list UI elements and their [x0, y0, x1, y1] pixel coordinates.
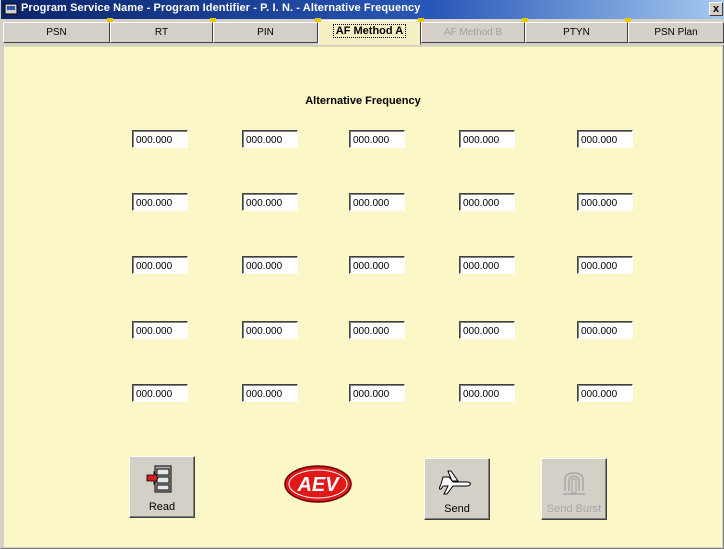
frequency-field[interactable]	[242, 384, 298, 402]
tab-rt[interactable]: RT	[110, 22, 213, 43]
tab-marker	[107, 18, 113, 22]
frequency-field[interactable]	[349, 130, 405, 148]
send-button-label: Send	[444, 503, 470, 515]
app-icon	[4, 3, 18, 15]
frequency-field[interactable]	[242, 130, 298, 148]
tab-bar: PSN RT PIN AF Method A AF Method B PTYN …	[1, 18, 724, 45]
title-bar[interactable]: Program Service Name - Program Identifie…	[1, 0, 724, 19]
panel-heading: Alternative Frequency	[305, 95, 421, 107]
frequency-field[interactable]	[577, 321, 633, 339]
frequency-field[interactable]	[132, 130, 188, 148]
frequency-field[interactable]	[577, 130, 633, 148]
frequency-field[interactable]	[349, 321, 405, 339]
aev-logo: AEV	[284, 465, 352, 503]
frequency-field[interactable]	[132, 384, 188, 402]
file-cabinet-icon	[146, 465, 172, 493]
window-title: Program Service Name - Program Identifie…	[21, 2, 421, 14]
tab-af-method-a[interactable]: AF Method A	[318, 20, 421, 45]
logo-text: AEV	[296, 474, 340, 496]
read-button-label: Read	[148, 501, 176, 513]
tab-label: PSN	[46, 27, 67, 38]
frequency-field[interactable]	[132, 321, 188, 339]
frequency-field[interactable]	[459, 193, 515, 211]
tab-label: AF Method B	[443, 27, 503, 38]
frequency-field[interactable]	[242, 193, 298, 211]
frequency-field[interactable]	[349, 384, 405, 402]
read-button[interactable]: Read	[129, 456, 195, 518]
tab-marker	[315, 18, 321, 22]
send-button[interactable]: Send	[424, 458, 490, 520]
app-window: Program Service Name - Program Identifie…	[0, 0, 724, 549]
frequency-field[interactable]	[577, 384, 633, 402]
af-method-a-panel: Alternative Frequency	[4, 46, 722, 547]
tab-psn-plan[interactable]: PSN Plan	[628, 22, 724, 43]
frequency-field[interactable]	[459, 256, 515, 274]
tab-ptyn[interactable]: PTYN	[525, 22, 628, 43]
tab-label: PSN Plan	[654, 27, 698, 38]
tab-marker	[418, 18, 424, 22]
send-burst-button[interactable]: Send Burst	[541, 458, 607, 520]
frequency-field[interactable]	[459, 321, 515, 339]
frequency-field[interactable]	[242, 256, 298, 274]
send-burst-button-label: Send Burst	[546, 503, 602, 515]
antenna-icon	[563, 472, 585, 495]
frequency-field[interactable]	[242, 321, 298, 339]
tab-label: RT	[154, 27, 169, 38]
frequency-field[interactable]	[459, 384, 515, 402]
frequency-field[interactable]	[349, 193, 405, 211]
tab-marker	[625, 18, 631, 22]
tab-marker	[522, 18, 528, 22]
tab-af-method-b[interactable]: AF Method B	[421, 22, 525, 43]
airplane-icon	[439, 470, 471, 495]
close-button[interactable]: x	[709, 2, 723, 16]
tab-label: PIN	[257, 27, 274, 38]
frequency-field[interactable]	[577, 256, 633, 274]
frequency-field[interactable]	[349, 256, 405, 274]
tab-psn[interactable]: PSN	[3, 22, 110, 43]
frequency-field[interactable]	[132, 193, 188, 211]
tab-pin[interactable]: PIN	[213, 22, 318, 43]
tab-marker	[210, 18, 216, 22]
tab-label: PTYN	[563, 27, 590, 38]
frequency-field[interactable]	[577, 193, 633, 211]
frequency-field[interactable]	[459, 130, 515, 148]
frequency-field[interactable]	[132, 256, 188, 274]
tab-label: AF Method A	[332, 24, 407, 38]
